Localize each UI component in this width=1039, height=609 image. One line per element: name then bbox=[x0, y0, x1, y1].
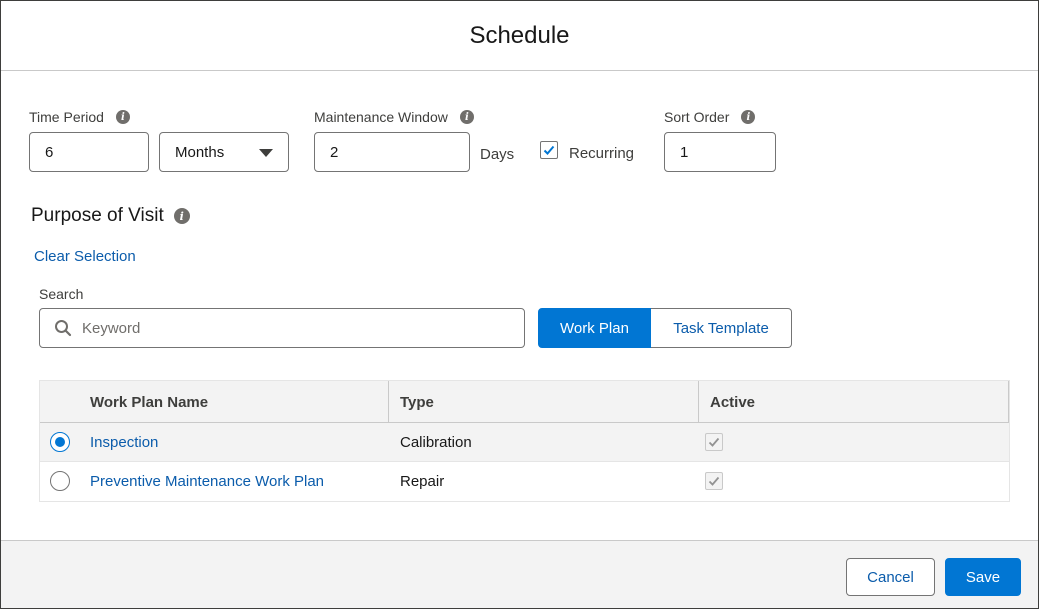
search-field[interactable] bbox=[39, 308, 525, 348]
work-plan-type: Repair bbox=[400, 472, 445, 490]
recurring-label: Recurring bbox=[569, 145, 635, 162]
work-plan-table: Work Plan Name Type Active Inspection Ca… bbox=[39, 380, 1010, 502]
info-icon[interactable]: i bbox=[741, 110, 756, 124]
modal-title: Schedule bbox=[469, 21, 570, 49]
purpose-of-visit-title: Purpose of Visit bbox=[31, 205, 164, 226]
table-row[interactable]: Inspection Calibration bbox=[40, 423, 1009, 462]
search-label: Search bbox=[39, 286, 84, 302]
purpose-of-visit-heading: Purpose of Visit i bbox=[31, 205, 190, 227]
work-plan-name-link[interactable]: Preventive Maintenance Work Plan bbox=[90, 462, 324, 500]
checkmark-icon bbox=[708, 476, 720, 486]
chevron-down-icon bbox=[259, 149, 273, 157]
modal-footer: Cancel Save bbox=[1, 540, 1038, 608]
column-divider bbox=[698, 381, 699, 423]
column-divider bbox=[1008, 381, 1009, 423]
column-header-name[interactable]: Work Plan Name bbox=[80, 381, 208, 423]
maintenance-window-label-group: Maintenance Window i bbox=[314, 109, 474, 125]
info-icon[interactable]: i bbox=[115, 110, 130, 124]
sort-order-input[interactable]: 1 bbox=[664, 132, 776, 172]
info-icon[interactable]: i bbox=[459, 110, 474, 124]
save-button[interactable]: Save bbox=[945, 558, 1021, 596]
column-divider bbox=[388, 381, 389, 423]
row-select-radio[interactable] bbox=[50, 471, 70, 491]
maintenance-window-input[interactable]: 2 bbox=[314, 132, 470, 172]
time-period-unit-select[interactable]: Months bbox=[159, 132, 289, 172]
cancel-button[interactable]: Cancel bbox=[846, 558, 935, 596]
column-header-type[interactable]: Type bbox=[390, 381, 434, 423]
work-plan-type: Calibration bbox=[400, 433, 472, 451]
checkmark-icon bbox=[708, 437, 720, 447]
checkmark-icon bbox=[543, 145, 555, 155]
clear-selection-link[interactable]: Clear Selection bbox=[34, 248, 136, 265]
time-period-input[interactable]: 6 bbox=[29, 132, 149, 172]
time-period-unit-value: Months bbox=[175, 143, 225, 161]
sort-order-label-group: Sort Order i bbox=[664, 109, 756, 125]
search-input[interactable] bbox=[82, 319, 482, 337]
work-plan-tab[interactable]: Work Plan bbox=[538, 308, 651, 348]
info-icon[interactable]: i bbox=[173, 208, 190, 224]
maintenance-window-label: Maintenance Window bbox=[314, 109, 448, 125]
column-header-active[interactable]: Active bbox=[700, 381, 755, 423]
time-period-label: Time Period bbox=[29, 109, 104, 125]
active-checkbox bbox=[705, 433, 723, 451]
task-template-tab[interactable]: Task Template bbox=[651, 308, 792, 348]
recurring-checkbox[interactable] bbox=[540, 141, 558, 159]
active-checkbox bbox=[705, 472, 723, 490]
table-row[interactable]: Preventive Maintenance Work Plan Repair bbox=[40, 462, 1009, 501]
time-period-label-group: Time Period i bbox=[29, 109, 130, 125]
modal-header: Schedule bbox=[1, 1, 1038, 71]
days-label: Days bbox=[480, 146, 515, 163]
work-plan-name-link[interactable]: Inspection bbox=[90, 423, 158, 461]
table-header: Work Plan Name Type Active bbox=[40, 381, 1009, 423]
search-icon bbox=[55, 320, 72, 337]
plan-type-toggle: Work Plan Task Template bbox=[538, 308, 792, 348]
row-select-radio[interactable] bbox=[50, 432, 70, 452]
schedule-modal: Schedule Time Period i 6 Months Maintena… bbox=[0, 0, 1039, 609]
sort-order-label: Sort Order bbox=[664, 109, 730, 125]
